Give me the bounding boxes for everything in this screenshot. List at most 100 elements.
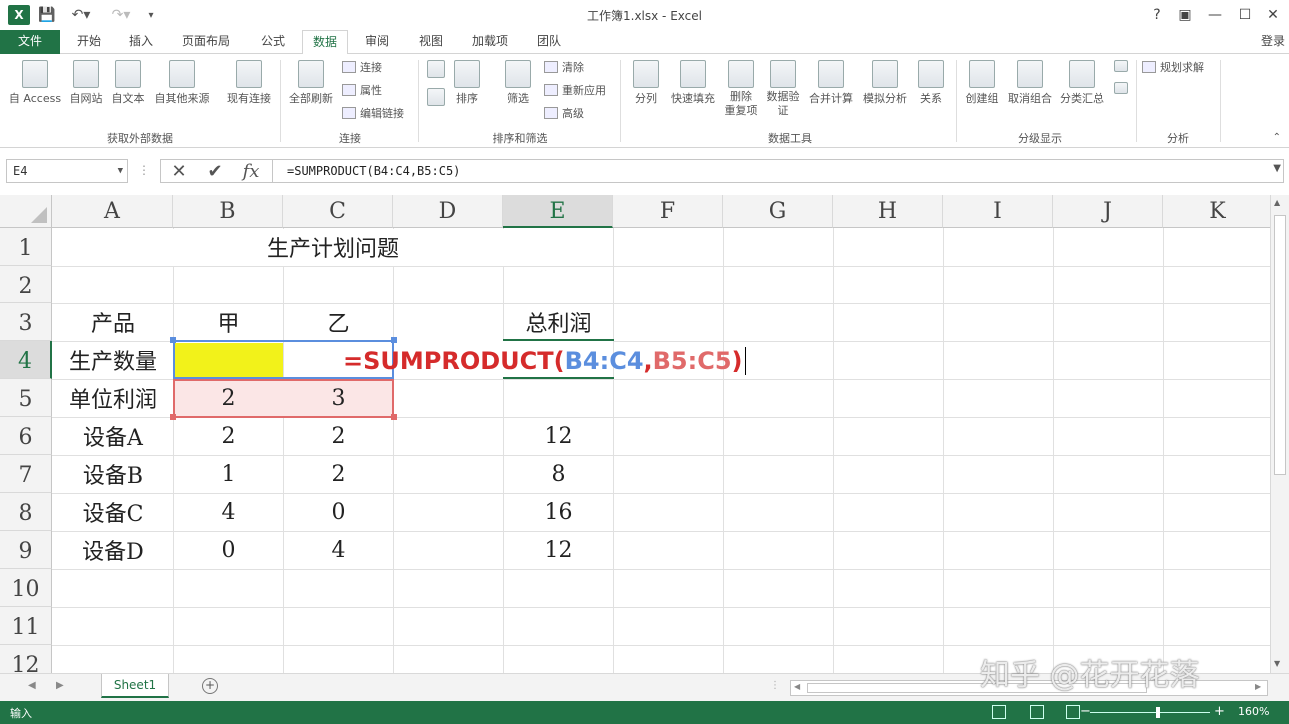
minimize-icon[interactable]: —	[1200, 3, 1230, 27]
row-header-4[interactable]: 4	[0, 341, 52, 379]
help-button[interactable]: ?	[1142, 3, 1172, 27]
login-link[interactable]: 登录	[1261, 32, 1285, 49]
cell-c9[interactable]: 4	[284, 531, 393, 569]
zoom-level[interactable]: 160%	[1238, 705, 1269, 718]
tab-home[interactable]: 开始	[66, 30, 112, 54]
maximize-icon[interactable]: ☐	[1230, 3, 1260, 27]
show-detail-icon[interactable]	[1112, 60, 1130, 74]
cell-e3[interactable]: 总利润	[504, 303, 613, 341]
ungroup-button[interactable]: 取消组合	[1004, 60, 1056, 106]
existing-connections-button[interactable]: 现有连接	[222, 60, 276, 106]
cell-a6[interactable]: 设备A	[53, 417, 173, 455]
cell-c5[interactable]: 3	[284, 379, 393, 417]
column-header-d[interactable]: D	[393, 195, 503, 228]
cell-a9[interactable]: 设备D	[53, 531, 173, 569]
vertical-scroll-thumb[interactable]	[1274, 215, 1286, 475]
row-header-11[interactable]: 11	[0, 607, 52, 645]
normal-view-icon[interactable]	[992, 705, 1006, 719]
subtotal-button[interactable]: 分类汇总	[1056, 60, 1108, 106]
tab-view[interactable]: 视图	[408, 30, 454, 54]
row-header-9[interactable]: 9	[0, 531, 52, 569]
tab-file[interactable]: 文件	[0, 30, 60, 54]
scroll-right-icon[interactable]: ▶	[1255, 682, 1261, 691]
close-icon[interactable]: ✕	[1258, 3, 1288, 27]
flash-fill-button[interactable]: 快速填充	[666, 60, 720, 106]
from-web-button[interactable]: 自网站	[66, 60, 106, 106]
connections-button[interactable]: 连接	[342, 59, 382, 77]
cell-c3[interactable]: 乙	[284, 303, 393, 341]
advanced-filter-button[interactable]: 高级	[544, 105, 584, 123]
column-header-h[interactable]: H	[833, 195, 943, 228]
page-layout-view-icon[interactable]	[1030, 705, 1044, 719]
expand-formula-bar-icon[interactable]: ▼	[1273, 163, 1281, 174]
text-to-columns-button[interactable]: 分列	[628, 60, 664, 106]
cell-a3[interactable]: 产品	[53, 303, 173, 341]
cell-a7[interactable]: 设备B	[53, 455, 173, 493]
data-validation-button[interactable]: 数据验 证	[762, 60, 804, 118]
name-box[interactable]: E4 ▼	[6, 159, 128, 183]
select-all-corner[interactable]	[0, 195, 52, 228]
reapply-button[interactable]: 重新应用	[544, 82, 606, 100]
properties-button[interactable]: 属性	[342, 82, 382, 100]
zoom-slider-knob[interactable]	[1156, 707, 1160, 718]
cell-b7[interactable]: 1	[174, 455, 283, 493]
sort-button[interactable]: 排序	[450, 60, 484, 106]
column-header-a[interactable]: A	[52, 195, 173, 228]
remove-duplicates-button[interactable]: 删除 重复项	[720, 60, 762, 118]
cell-e9[interactable]: 12	[504, 531, 613, 569]
row-header-8[interactable]: 8	[0, 493, 52, 531]
cell-e7[interactable]: 8	[504, 455, 613, 493]
sort-desc-icon[interactable]	[424, 88, 448, 108]
add-sheet-icon[interactable]: +	[202, 678, 218, 694]
row-header-3[interactable]: 3	[0, 303, 52, 341]
column-header-j[interactable]: J	[1053, 195, 1163, 228]
tab-splitter-icon[interactable]: ⋮	[770, 680, 780, 691]
cell-c6[interactable]: 2	[284, 417, 393, 455]
cell-e8[interactable]: 16	[504, 493, 613, 531]
tab-addins[interactable]: 加载项	[462, 30, 518, 54]
zoom-slider[interactable]	[1090, 712, 1210, 713]
what-if-analysis-button[interactable]: 模拟分析	[858, 60, 912, 106]
tab-team[interactable]: 团队	[526, 30, 572, 54]
row-header-5[interactable]: 5	[0, 379, 52, 417]
sort-asc-icon[interactable]	[424, 60, 448, 80]
row-header-1[interactable]: 1	[0, 228, 52, 266]
cell-b4[interactable]	[174, 341, 283, 379]
edit-links-button[interactable]: 编辑链接	[342, 105, 404, 123]
collapse-ribbon-icon[interactable]: ⌃	[1273, 132, 1281, 143]
row-header-6[interactable]: 6	[0, 417, 52, 455]
cell-b9[interactable]: 0	[174, 531, 283, 569]
tab-data[interactable]: 数据	[302, 30, 348, 55]
tab-formulas[interactable]: 公式	[250, 30, 296, 54]
column-header-g[interactable]: G	[723, 195, 833, 228]
cell-b5[interactable]: 2	[174, 379, 283, 417]
next-sheet-icon[interactable]: ▶	[56, 680, 64, 691]
cancel-icon[interactable]: ✕	[162, 159, 196, 183]
scroll-up-icon[interactable]: ▲	[1274, 198, 1280, 207]
refresh-all-button[interactable]: 全部刷新	[284, 60, 338, 106]
row-header-7[interactable]: 7	[0, 455, 52, 493]
row-header-2[interactable]: 2	[0, 266, 52, 303]
solver-button[interactable]: 规划求解	[1142, 59, 1204, 77]
from-text-button[interactable]: 自文本	[108, 60, 148, 106]
cell-a4[interactable]: 生产数量	[53, 341, 173, 379]
cell-c7[interactable]: 2	[284, 455, 393, 493]
group-button[interactable]: 创建组	[960, 60, 1004, 106]
relationships-button[interactable]: 关系	[914, 60, 948, 106]
from-access-button[interactable]: 自 Access	[4, 60, 66, 106]
ribbon-display-options-icon[interactable]: ▣	[1170, 3, 1200, 27]
enter-check-icon[interactable]: ✔	[198, 159, 232, 183]
scroll-left-icon[interactable]: ◀	[794, 682, 800, 691]
tab-review[interactable]: 审阅	[354, 30, 400, 54]
sheet-tab-sheet1[interactable]: Sheet1	[101, 674, 169, 698]
tab-page-layout[interactable]: 页面布局	[172, 30, 240, 54]
cell-a5[interactable]: 单位利润	[53, 379, 173, 417]
row-header-10[interactable]: 10	[0, 569, 52, 607]
scroll-down-icon[interactable]: ▼	[1274, 659, 1280, 668]
cell-a8[interactable]: 设备C	[53, 493, 173, 531]
row-header-12[interactable]: 12	[0, 645, 52, 673]
column-header-b[interactable]: B	[173, 195, 283, 228]
formula-bar-splitter-icon[interactable]: ⋮	[138, 163, 150, 177]
column-header-k[interactable]: K	[1163, 195, 1270, 228]
cell-b8[interactable]: 4	[174, 493, 283, 531]
